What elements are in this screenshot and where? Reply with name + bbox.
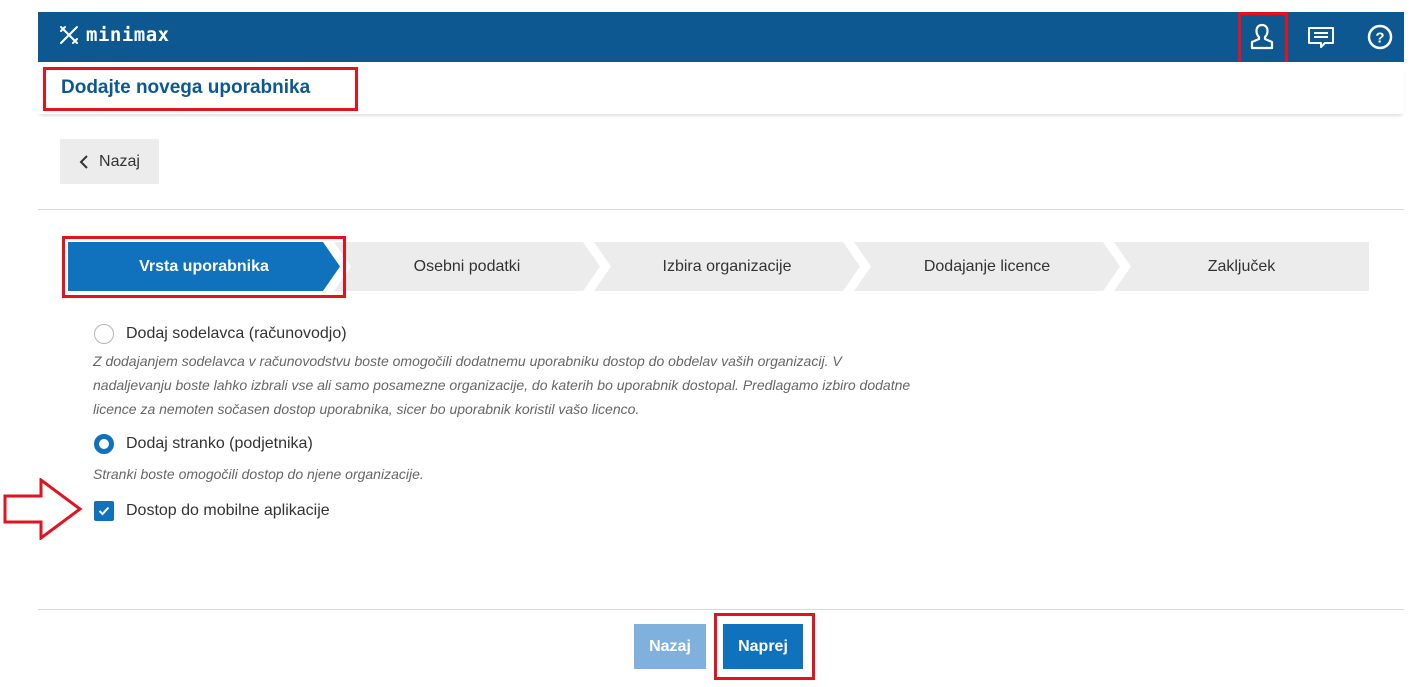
step-label: Vrsta uporabnika	[139, 257, 269, 275]
back-button[interactable]: Nazaj	[60, 139, 159, 184]
page-header: Dodajte novega uporabnika	[38, 62, 1404, 114]
annotation-arrow-icon	[3, 478, 83, 540]
option-add-accountant[interactable]: Dodaj sodelavca (računovodjo)	[94, 324, 347, 344]
step-vrsta-uporabnika[interactable]: Vrsta uporabnika	[68, 242, 340, 291]
footer-divider	[38, 609, 1404, 610]
client-label: Dodaj stranko (podjetnika)	[126, 435, 313, 452]
step-zakljucek[interactable]: Zaključek	[1114, 242, 1369, 291]
step-osebni-podatki[interactable]: Osebni podatki	[334, 242, 600, 291]
chevron-left-icon	[79, 154, 88, 169]
help-button[interactable]: ?	[1356, 12, 1404, 62]
client-radio[interactable]	[94, 434, 114, 454]
user-icon	[1250, 23, 1274, 50]
svg-text:?: ?	[1375, 30, 1384, 47]
logo-icon	[60, 26, 78, 44]
step-dodajanje-licence[interactable]: Dodajanje licence	[854, 242, 1120, 291]
minimax-logo[interactable]: minimax	[58, 24, 170, 46]
step-label: Dodajanje licence	[923, 257, 1051, 275]
wizard-steps: Vrsta uporabnika Osebni podatki Izbira o…	[68, 242, 1369, 291]
step-label: Izbira organizacije	[662, 257, 792, 275]
option-add-client[interactable]: Dodaj stranko (podjetnika)	[94, 434, 313, 454]
logo-text: minimax	[86, 24, 170, 46]
step-izbira-organizacije[interactable]: Izbira organizacije	[594, 242, 860, 291]
page-title: Dodajte novega uporabnika	[61, 77, 311, 98]
accountant-description: Z dodajanjem sodelavca v računovodstvu b…	[93, 353, 911, 417]
footer-back-button[interactable]: Nazaj	[634, 624, 706, 669]
message-icon	[1308, 27, 1334, 48]
checkmark-icon	[98, 506, 110, 516]
messages-button[interactable]	[1297, 12, 1345, 62]
top-navigation-bar: minimax ?	[38, 12, 1404, 62]
step-label: Zaključek	[1207, 257, 1276, 275]
mobile-access-label: Dostop do mobilne aplikacije	[126, 502, 330, 519]
option-mobile-access[interactable]: Dostop do mobilne aplikacije	[94, 501, 330, 521]
step-label: Osebni podatki	[413, 257, 521, 275]
help-icon: ?	[1367, 24, 1393, 50]
mobile-access-checkbox[interactable]	[94, 501, 114, 521]
accountant-label: Dodaj sodelavca (računovodjo)	[126, 325, 347, 342]
divider	[38, 209, 1404, 210]
back-button-label: Nazaj	[99, 152, 140, 170]
user-profile-button[interactable]	[1238, 12, 1286, 62]
next-button[interactable]: Naprej	[723, 624, 803, 669]
client-description: Stranki boste omogočili dostop do njene …	[93, 466, 424, 482]
accountant-radio[interactable]	[94, 324, 114, 344]
